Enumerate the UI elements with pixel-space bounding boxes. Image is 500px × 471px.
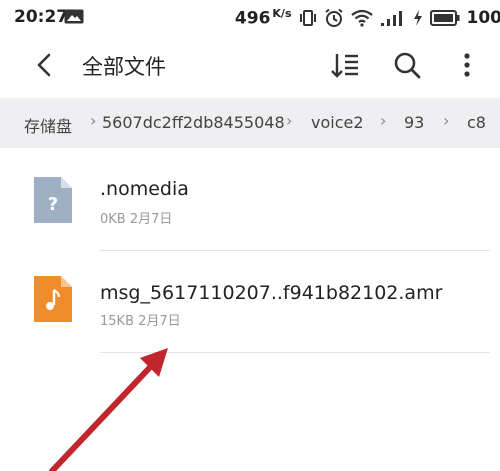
breadcrumb-item-c8[interactable]: c8 <box>467 113 486 132</box>
unknown-file-icon: ? <box>34 177 72 223</box>
audio-file-icon <box>34 276 72 322</box>
chevron-right-icon: › <box>286 111 293 130</box>
chevron-right-icon: › <box>443 111 450 130</box>
sort-icon[interactable] <box>328 48 362 82</box>
signal-icon <box>380 10 402 26</box>
divider <box>100 352 490 353</box>
svg-text:?: ? <box>48 194 58 215</box>
file-name: .nomedia <box>100 178 189 200</box>
app-bar: 全部文件 <box>0 36 500 92</box>
image-notification-icon <box>64 9 84 24</box>
battery-icon <box>429 9 459 26</box>
breadcrumb-item-folder[interactable]: 5607dc2ff2db8455048 <box>102 113 285 132</box>
search-icon[interactable] <box>390 48 424 82</box>
battery-percent: 100 <box>466 7 500 28</box>
breadcrumb-item-voice2[interactable]: voice2 <box>311 113 364 132</box>
file-meta: 0KB 2月7日 <box>100 212 173 227</box>
file-row-amr[interactable]: msg_5617110207..f941b82102.amr 15KB 2月7日 <box>0 258 500 354</box>
alarm-icon <box>324 8 343 27</box>
breadcrumb: 存储盘 › 5607dc2ff2db8455048 › voice2 › 93 … <box>0 98 500 148</box>
file-row-nomedia[interactable]: ? .nomedia 0KB 2月7日 <box>0 158 500 254</box>
wifi-icon <box>350 9 373 27</box>
page-title: 全部文件 <box>82 55 166 79</box>
more-options-icon[interactable] <box>455 48 479 82</box>
charging-icon <box>413 9 422 26</box>
back-arrow-icon[interactable] <box>30 50 60 80</box>
breadcrumb-item-93[interactable]: 93 <box>404 113 424 132</box>
divider <box>100 250 490 251</box>
status-bar: 20:27 496 K/s 100 <box>0 0 500 34</box>
file-name: msg_5617110207..f941b82102.amr <box>100 282 443 304</box>
network-speed: 496 K/s <box>234 7 292 29</box>
vibrate-icon <box>299 9 316 26</box>
file-meta: 15KB 2月7日 <box>100 314 181 329</box>
breadcrumb-item-storage[interactable]: 存储盘 <box>24 113 72 137</box>
chevron-right-icon: › <box>90 111 97 130</box>
status-time: 20:27 <box>14 7 69 27</box>
chevron-right-icon: › <box>380 111 387 130</box>
